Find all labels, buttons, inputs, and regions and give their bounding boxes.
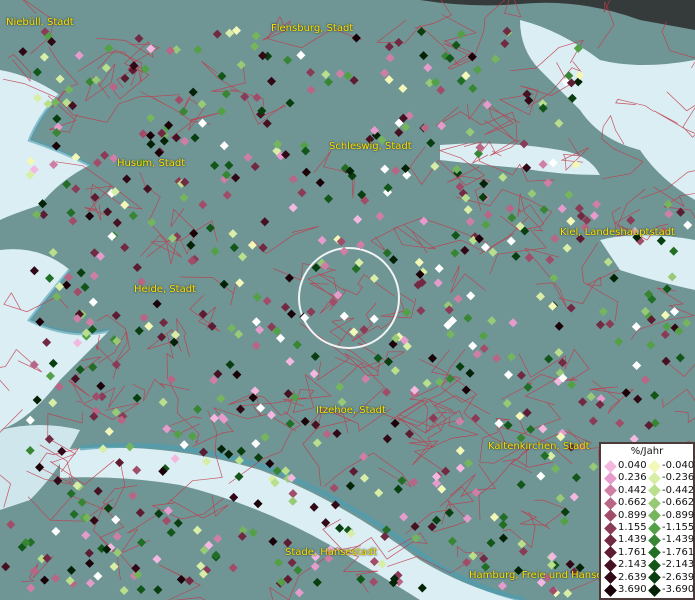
legend-value-neg-6: -1.439 <box>662 534 695 546</box>
legend-value-neg-10: -3.690 <box>662 584 695 595</box>
legend-value-neg-0: -0.040 <box>662 460 695 471</box>
legend-value-pos-4: 0.899 <box>618 509 647 521</box>
legend-swatch-pos-6 <box>604 534 617 547</box>
city-label-niebuell: Niebüll, Stadt <box>6 17 74 28</box>
legend-value-pos-9: 2.639 <box>618 571 647 583</box>
legend-swatch-pos-5 <box>604 521 617 535</box>
city-label-husum: Husum, Stadt <box>117 158 186 169</box>
legend-value-pos-1: 0.236 <box>618 472 647 484</box>
legend-swatch-pos-1 <box>604 472 617 485</box>
legend-swatch-neg-0 <box>648 459 661 473</box>
legend-swatch-neg-10 <box>648 583 661 597</box>
legend-title: %/Jahr <box>630 446 664 457</box>
legend-swatch-neg-6 <box>648 534 661 547</box>
legend-swatch-pos-3 <box>604 496 617 510</box>
map-view[interactable]: Niebüll, Stadt Flensburg, Stadt Husum, S… <box>0 0 695 600</box>
city-label-kiel: Kiel, Landeshauptstadt <box>560 227 675 238</box>
legend-value-pos-0: 0.040 <box>618 460 647 471</box>
legend-value-neg-8: -2.143 <box>662 559 695 571</box>
legend-value-pos-5: 1.155 <box>618 522 647 533</box>
legend-swatch-pos-7 <box>604 546 617 560</box>
legend-swatch-neg-9 <box>648 571 661 584</box>
legend-swatch-neg-8 <box>648 558 661 572</box>
legend-swatch-pos-9 <box>604 571 617 584</box>
legend-swatch-neg-1 <box>648 472 661 485</box>
legend-swatch-pos-0 <box>604 459 617 473</box>
legend-value-pos-10: 3.690 <box>618 584 647 595</box>
legend-value-neg-7: -1.761 <box>662 546 695 558</box>
legend-value-neg-4: -0.899 <box>662 509 695 521</box>
city-label-kaltenkirchen: Kaltenkirchen, Stadt <box>488 441 590 452</box>
legend: %/Jahr 0.040 -0.040 0.236 -0.236 0.442 -0.442… <box>599 442 695 600</box>
legend-value-pos-3: 0.662 <box>618 497 647 509</box>
legend-swatch-pos-2 <box>604 484 617 498</box>
legend-swatch-neg-3 <box>648 496 661 510</box>
legend-value-neg-1: -0.236 <box>662 472 695 484</box>
legend-value-pos-8: 2.143 <box>618 559 647 571</box>
city-label-heide: Heide, Stadt <box>134 284 196 295</box>
legend-swatch-pos-4 <box>604 509 617 522</box>
legend-swatch-neg-4 <box>648 509 661 522</box>
legend-value-neg-3: -0.662 <box>662 497 695 509</box>
legend-swatch-neg-2 <box>648 484 661 498</box>
city-label-stade: Stade, Hansestadt <box>285 547 378 558</box>
legend-value-pos-6: 1.439 <box>618 534 647 546</box>
city-label-schleswig: Schleswig, Stadt <box>329 141 412 152</box>
legend-value-pos-2: 0.442 <box>618 484 647 496</box>
city-label-itzehoe: Itzehoe, Stadt <box>316 405 386 416</box>
legend-value-pos-7: 1.761 <box>618 546 647 558</box>
basemap <box>0 0 695 600</box>
legend-swatch-neg-5 <box>648 521 661 535</box>
legend-swatch-pos-8 <box>604 558 617 572</box>
legend-value-neg-5: -1.155 <box>662 522 695 533</box>
legend-swatch-neg-7 <box>648 546 661 560</box>
legend-value-neg-9: -2.639 <box>662 571 695 583</box>
city-label-flensburg: Flensburg, Stadt <box>271 23 354 34</box>
legend-swatch-pos-10 <box>604 583 617 597</box>
legend-value-neg-2: -0.442 <box>662 484 695 496</box>
